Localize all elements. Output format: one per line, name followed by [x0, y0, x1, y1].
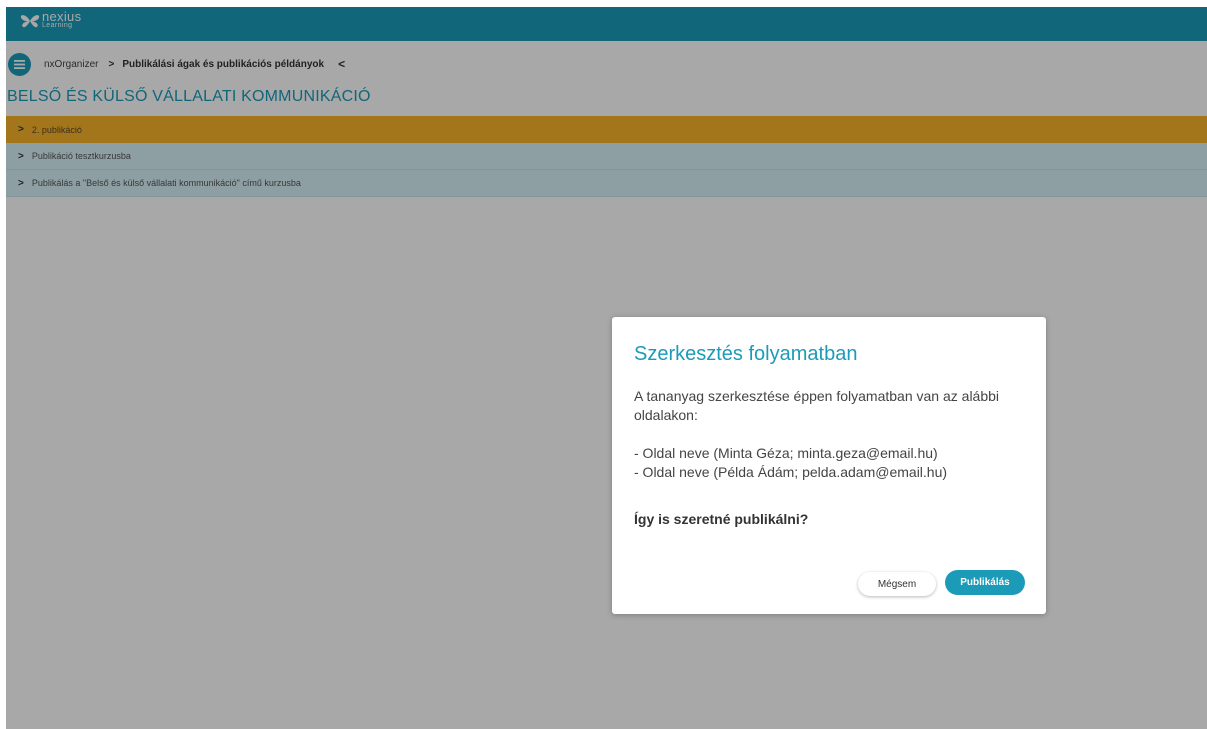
- dialog-question: Így is szeretné publikálni?: [634, 511, 809, 527]
- dialog-page-item: - Oldal neve (Példa Ádám; pelda.adam@ema…: [634, 464, 948, 480]
- dialog-message: A tananyag szerkesztése éppen folyamatba…: [634, 388, 1000, 423]
- dialog-body: A tananyag szerkesztése éppen folyamatba…: [634, 387, 1024, 482]
- dialog-title: Szerkesztés folyamatban: [634, 343, 858, 365]
- dialog-page-item: - Oldal neve (Minta Géza; minta.geza@ema…: [634, 445, 938, 461]
- cancel-button[interactable]: Mégsem: [858, 572, 936, 596]
- publish-button[interactable]: Publikálás: [945, 570, 1025, 595]
- app-window: nexius Learning nxOrganizer > Publikálás…: [6, 7, 1207, 729]
- editing-in-progress-dialog: Szerkesztés folyamatban A tananyag szerk…: [612, 317, 1046, 614]
